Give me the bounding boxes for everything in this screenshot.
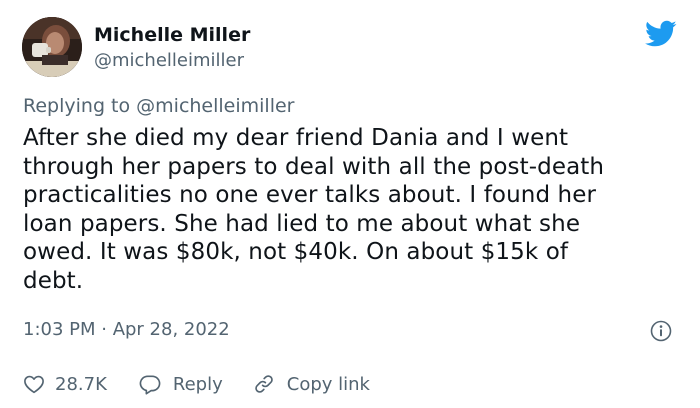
- timestamp[interactable]: 1:03 PM · Apr 28, 2022: [23, 319, 230, 340]
- info-icon[interactable]: [650, 320, 672, 342]
- tweet-text-line: After she died my dear friend Dania and …: [23, 125, 569, 151]
- tweet-text-line: practicalities no one ever talks about. …: [23, 182, 597, 209]
- copy-link-button[interactable]: Copy link: [253, 373, 370, 395]
- tweet-text-line: debt.: [23, 267, 84, 294]
- copy-link-label: Copy link: [286, 373, 370, 395]
- replying-to-prefix: Replying to: [23, 95, 137, 117]
- tweet-text-line: owed. It was $80k, not $40k. On about $1…: [23, 239, 569, 266]
- reply-button[interactable]: Reply: [139, 374, 223, 395]
- like-count: 28.7K: [55, 373, 107, 395]
- avatar[interactable]: [22, 17, 82, 77]
- link-icon: [254, 375, 273, 393]
- replying-to-mention[interactable]: @michelleimiller: [136, 95, 294, 117]
- heart-icon: [24, 375, 44, 394]
- action-bar: 28.7K Reply Copy link: [23, 371, 370, 397]
- twitter-bird-icon[interactable]: [645, 20, 677, 48]
- replying-to: Replying to @michelleimiller: [23, 95, 295, 117]
- display-name[interactable]: Michelle Miller: [94, 24, 250, 46]
- tweet-text-line: loan papers. She had lied to me about wh…: [23, 210, 581, 237]
- speech-bubble-icon: [139, 374, 161, 395]
- tweet-text: After she died my dear friend Dania and …: [23, 124, 678, 296]
- reply-label: Reply: [172, 373, 223, 395]
- tweet-card: Michelle Miller @michelleimiller Replyin…: [0, 0, 700, 408]
- like-button[interactable]: 28.7K: [23, 374, 107, 395]
- tweet-text-line: through her papers to deal with all the …: [23, 153, 605, 180]
- handle[interactable]: @michelleimiller: [94, 50, 244, 71]
- avatar-photo: [22, 17, 82, 77]
